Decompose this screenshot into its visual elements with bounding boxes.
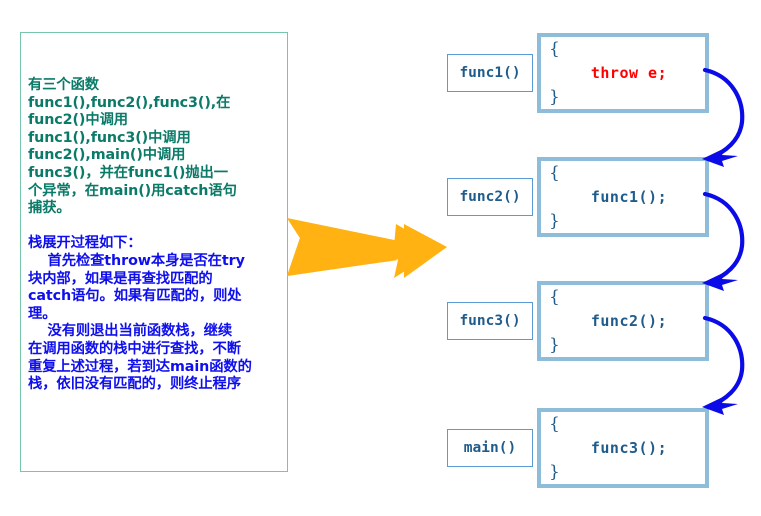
notes-paragraph-2: 栈展开过程如下： 首先检查throw本身是否在try 块内部，如果是再查找匹配的… bbox=[28, 235, 252, 393]
brace-open-icon: { bbox=[549, 287, 560, 307]
notes-paragraph-spacer bbox=[28, 218, 284, 236]
frame-label-func1: func1() bbox=[447, 54, 533, 92]
frame-code-func2: { func1(); } bbox=[537, 157, 709, 237]
notes-content: 有三个函数 func1(),func2(),func3(),在 func2()中… bbox=[28, 77, 284, 394]
right-block-arrow-icon bbox=[286, 216, 448, 278]
brace-close-icon: } bbox=[549, 211, 560, 231]
frame-code-func1: { throw e; } bbox=[537, 33, 709, 113]
frame-code-main: { func3(); } bbox=[537, 408, 709, 488]
frame-statement-func3: func2(); bbox=[590, 312, 668, 330]
brace-close-icon: } bbox=[549, 335, 560, 355]
brace-open-icon: { bbox=[549, 414, 560, 434]
frame-code-func3: { func2(); } bbox=[537, 281, 709, 361]
frame-statement-main: func3(); bbox=[590, 439, 668, 457]
notes-paragraph-1: 有三个函数 func1(),func2(),func3(),在 func2()中… bbox=[28, 77, 237, 217]
frame-label-func2: func2() bbox=[447, 178, 533, 216]
frame-label-main: main() bbox=[447, 429, 533, 467]
frame-statement-func2: func1(); bbox=[590, 188, 668, 206]
brace-open-icon: { bbox=[549, 39, 560, 59]
frame-statement-func1: throw e; bbox=[590, 64, 668, 82]
brace-close-icon: } bbox=[549, 87, 560, 107]
brace-close-icon: } bbox=[549, 462, 560, 482]
brace-open-icon: { bbox=[549, 163, 560, 183]
frame-label-func3: func3() bbox=[447, 302, 533, 340]
notes-panel: 有三个函数 func1(),func2(),func3(),在 func2()中… bbox=[20, 32, 288, 472]
